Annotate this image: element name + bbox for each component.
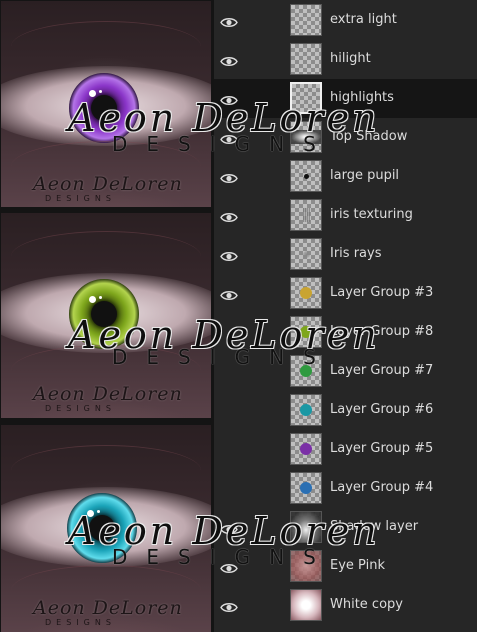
color-dot-icon	[300, 482, 312, 494]
layer-row[interactable]: extra light	[214, 1, 477, 40]
eye-icon[interactable]	[220, 247, 238, 261]
layer-row[interactable]: Layer Group #6	[214, 391, 477, 430]
watermark-sub-small: DESIGNS	[45, 618, 116, 627]
layer-name[interactable]: Layer Group #4	[330, 480, 433, 495]
layer-row[interactable]: iris texturing	[214, 196, 477, 235]
watermark-sub: DESIGNS	[112, 132, 335, 156]
layer-name[interactable]: White copy	[330, 597, 403, 612]
eye-icon[interactable]	[220, 598, 238, 612]
layer-thumbnail[interactable]	[290, 43, 322, 75]
layer-row[interactable]: hilight	[214, 40, 477, 79]
layer-name[interactable]: large pupil	[330, 168, 399, 183]
layer-row[interactable]: Iris rays	[214, 235, 477, 274]
color-dot-icon	[300, 287, 312, 299]
layer-name[interactable]: Layer Group #6	[330, 402, 433, 417]
layer-name[interactable]: extra light	[330, 12, 397, 27]
eye-icon[interactable]	[220, 403, 238, 414]
layer-row[interactable]: Layer Group #4	[214, 469, 477, 508]
layer-thumbnail[interactable]	[290, 277, 322, 309]
layer-thumbnail[interactable]	[290, 4, 322, 36]
layer-name[interactable]: Layer Group #5	[330, 441, 433, 456]
layer-name[interactable]: hilight	[330, 51, 371, 66]
watermark-signature-small: Aeon DeLoren	[33, 597, 183, 619]
watermark-signature-small: Aeon DeLoren	[33, 383, 183, 405]
watermark-sub: DESIGNS	[112, 545, 335, 569]
layer-thumbnail[interactable]	[290, 394, 322, 426]
eye-icon[interactable]	[220, 286, 238, 300]
layer-thumbnail[interactable]	[290, 433, 322, 465]
layer-name[interactable]: Layer Group #7	[330, 363, 433, 378]
eye-icon[interactable]	[220, 208, 238, 222]
layer-name[interactable]: Iris rays	[330, 246, 381, 261]
layer-thumbnail[interactable]	[290, 199, 322, 231]
layer-thumbnail[interactable]	[290, 589, 322, 621]
color-dot-icon	[300, 404, 312, 416]
color-dot-icon	[300, 443, 312, 455]
watermark-sub-small: DESIGNS	[45, 194, 116, 203]
eye-icon[interactable]	[220, 169, 238, 183]
eye-icon[interactable]	[220, 13, 238, 27]
watermark-sub: DESIGNS	[112, 345, 335, 369]
layer-thumbnail[interactable]	[290, 160, 322, 192]
layer-thumbnail[interactable]	[290, 238, 322, 270]
layer-thumbnail[interactable]	[290, 472, 322, 504]
vein-line	[11, 21, 201, 72]
layer-name[interactable]: iris texturing	[330, 207, 413, 222]
eye-icon[interactable]	[220, 52, 238, 66]
layer-row[interactable]: White copy	[214, 586, 477, 625]
layer-row[interactable]: Layer Group #3	[214, 274, 477, 313]
layer-row[interactable]: Layer Group #5	[214, 430, 477, 469]
pupil-dot-icon	[304, 174, 309, 179]
layer-name[interactable]: Eye Pink	[330, 558, 385, 573]
layer-name[interactable]: Layer Group #3	[330, 285, 433, 300]
layer-row[interactable]: large pupil	[214, 157, 477, 196]
eye-icon[interactable]	[220, 481, 238, 492]
eye-icon[interactable]	[220, 442, 238, 453]
watermark-signature-small: Aeon DeLoren	[33, 173, 183, 195]
watermark-sub-small: DESIGNS	[45, 404, 116, 413]
